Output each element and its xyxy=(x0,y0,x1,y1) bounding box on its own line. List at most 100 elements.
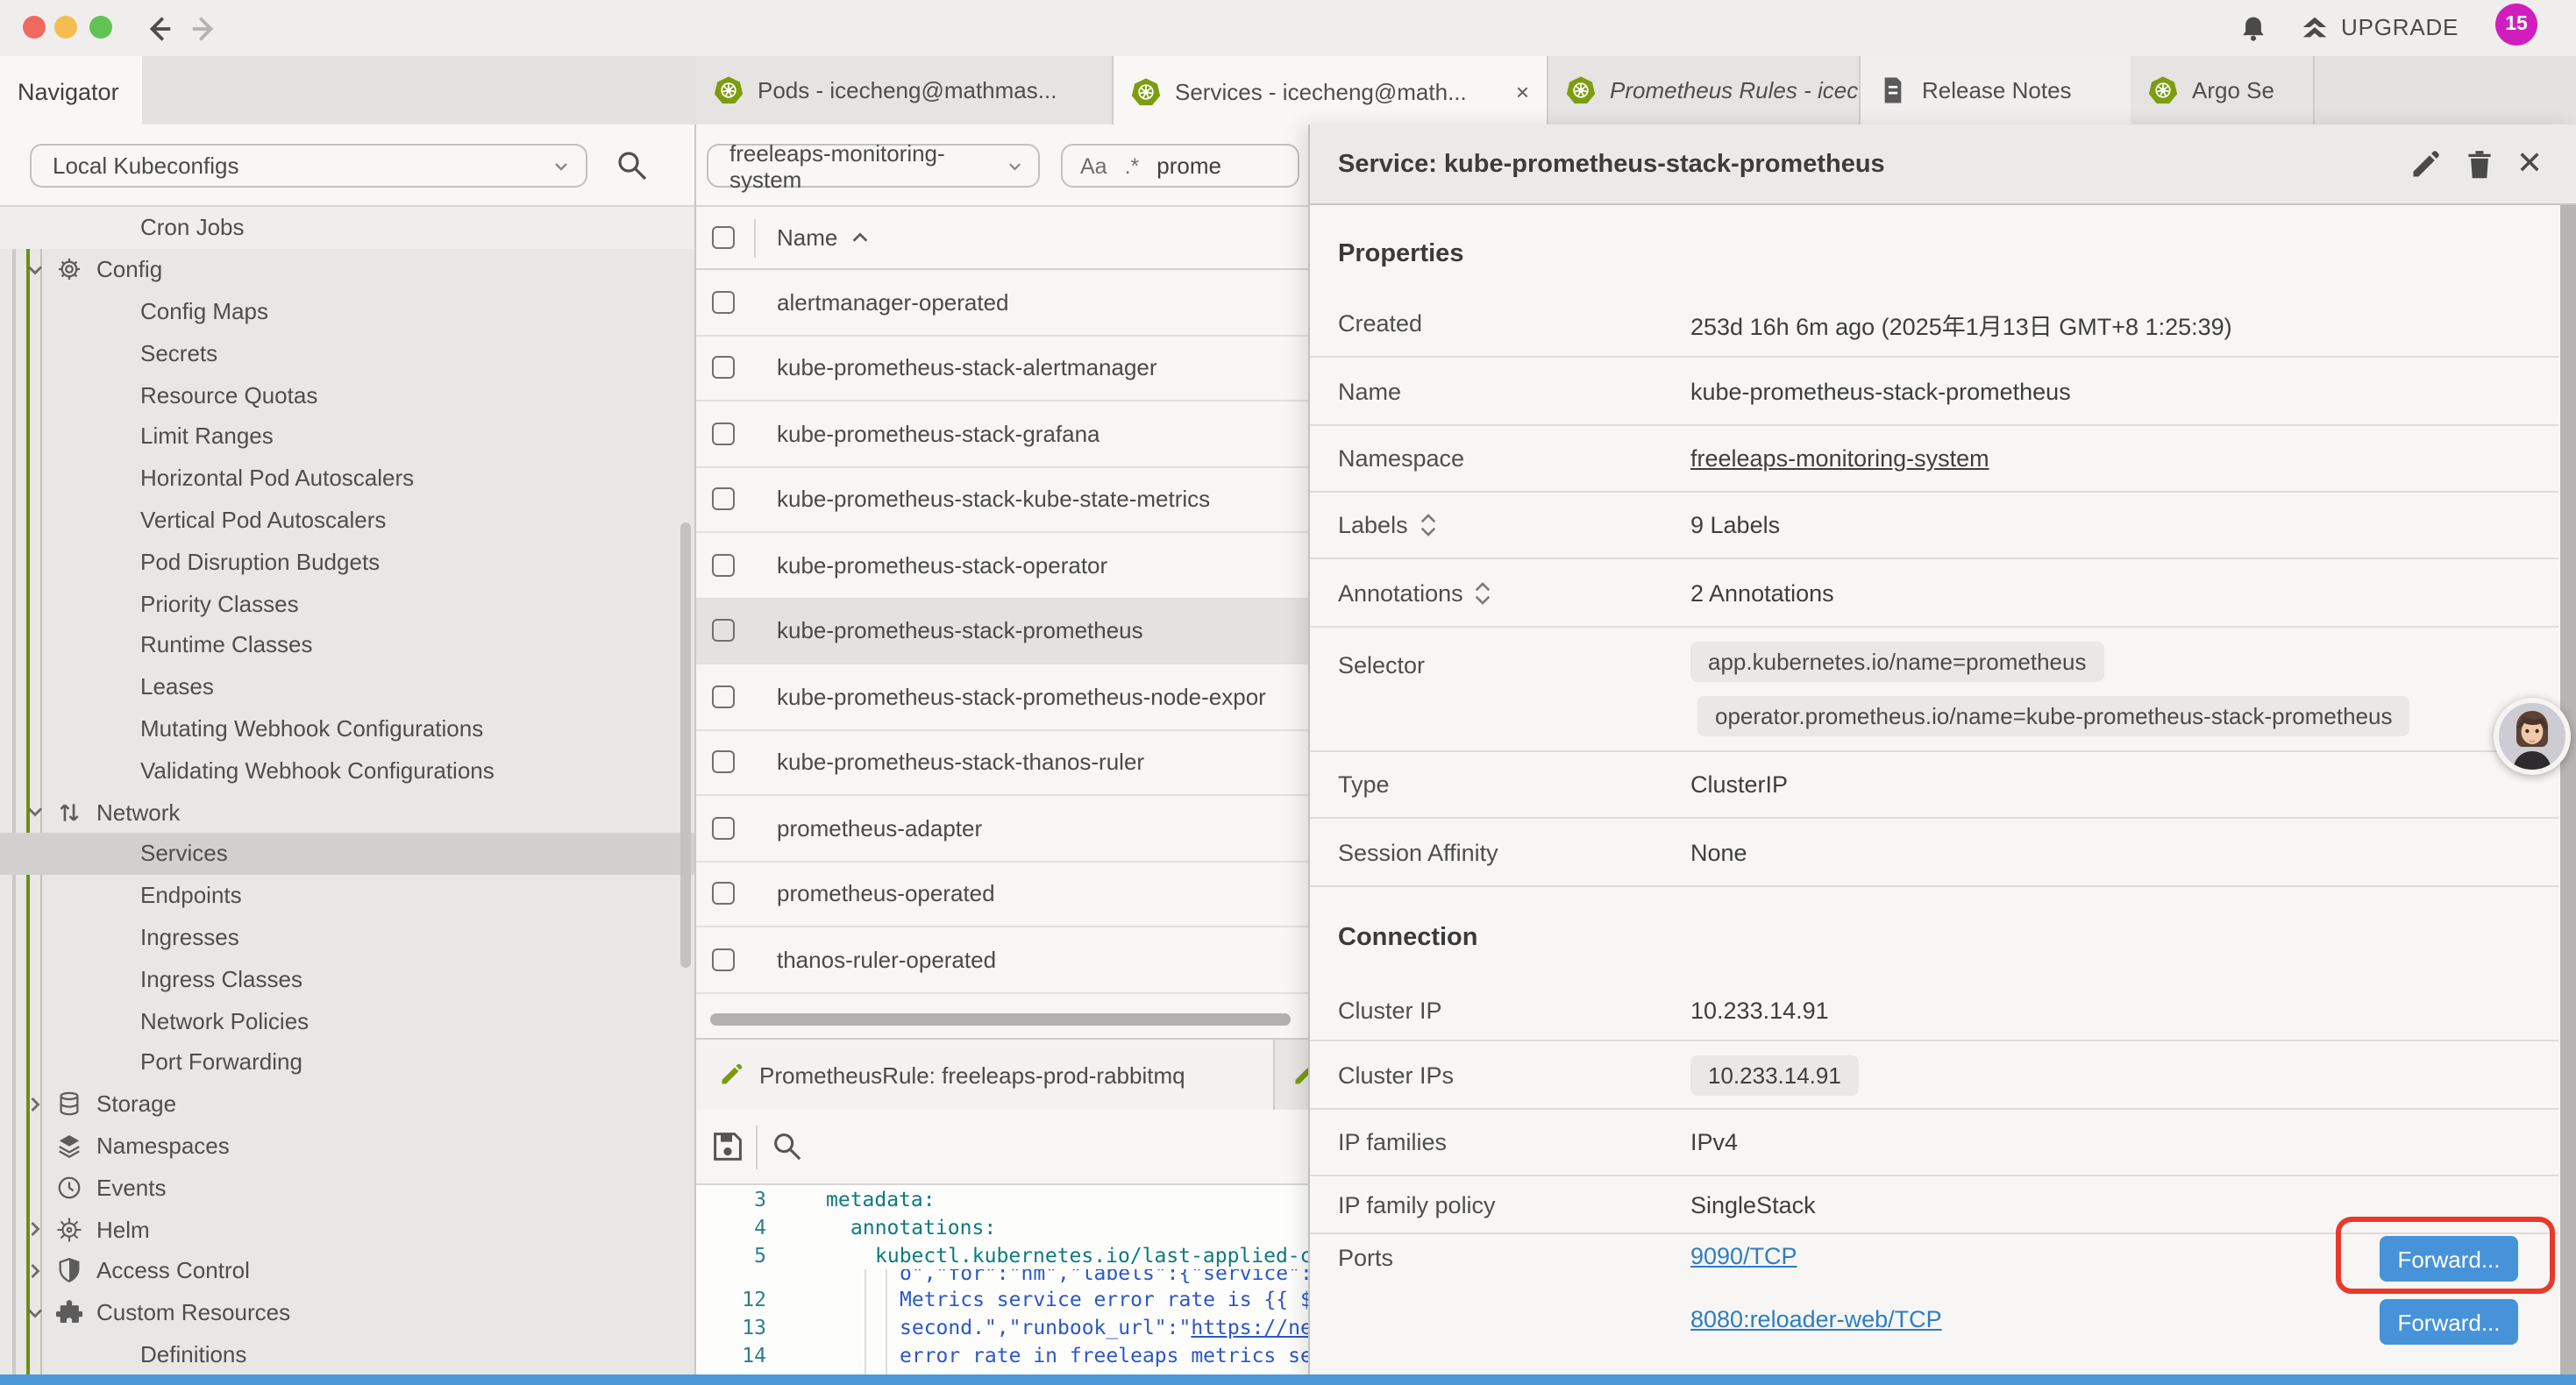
sidebar-scrollbar[interactable] xyxy=(680,522,691,968)
tree-chevron-icon[interactable] xyxy=(84,966,109,991)
row-checkbox[interactable] xyxy=(712,554,735,577)
name-column-header[interactable]: Name xyxy=(777,224,869,251)
tree-chevron-icon[interactable] xyxy=(84,925,109,949)
sidebar-item[interactable]: Config Maps xyxy=(0,290,694,332)
row-checkbox[interactable] xyxy=(712,751,735,774)
close-drawer-icon[interactable]: ✕ xyxy=(2516,124,2543,202)
dock-editor-tab[interactable]: PrometheusRule: freeleaps-prod-rabbitmq xyxy=(696,1040,1275,1110)
kubeconfig-selector[interactable]: Local Kubeconfigs xyxy=(30,144,587,188)
table-row[interactable]: kube-prometheus-stack-alertmanager xyxy=(696,336,1308,401)
sidebar-item[interactable]: Validating Webhook Configurations xyxy=(0,749,694,792)
table-row[interactable]: prometheus-adapter xyxy=(696,796,1308,862)
minimize-window-button[interactable] xyxy=(54,16,77,39)
regex-toggle[interactable]: .* xyxy=(1125,153,1140,178)
close-tab-icon[interactable]: × xyxy=(1509,78,1529,104)
table-row[interactable]: alertmanager-operated xyxy=(696,270,1308,336)
tree-chevron-icon[interactable] xyxy=(84,674,109,699)
editor-search-icon[interactable] xyxy=(770,1129,803,1162)
tree-chevron-icon[interactable] xyxy=(84,591,109,615)
sidebar-item[interactable]: Ingress Classes xyxy=(0,958,694,1000)
tree-chevron-icon[interactable] xyxy=(84,883,109,907)
app-tab[interactable]: Argo Se xyxy=(2131,56,2315,124)
sidebar-item[interactable]: Limit Ranges xyxy=(0,416,694,458)
sidebar-item[interactable]: Storage xyxy=(0,1083,694,1125)
tree-chevron-icon[interactable] xyxy=(23,1133,47,1158)
sidebar-item[interactable]: Cron Jobs xyxy=(0,207,694,249)
sidebar-search-icon[interactable] xyxy=(614,147,649,182)
row-checkbox[interactable] xyxy=(712,883,735,906)
tree-chevron-icon[interactable] xyxy=(23,1300,47,1325)
tree-chevron-icon[interactable] xyxy=(84,216,109,240)
sidebar-item[interactable]: Helm xyxy=(0,1208,694,1250)
table-row[interactable]: kube-prometheus-stack-prometheus xyxy=(696,599,1308,664)
tree-chevron-icon[interactable] xyxy=(84,550,109,574)
app-tab[interactable]: Services - icecheng@math... × xyxy=(1114,56,1548,126)
drawer-scrollbar[interactable] xyxy=(2560,205,2576,1374)
row-checkbox[interactable] xyxy=(712,423,735,445)
sidebar-item[interactable]: Custom Resources xyxy=(0,1291,694,1333)
close-window-button[interactable] xyxy=(23,16,46,39)
forward-button[interactable] xyxy=(189,14,219,44)
tree-chevron-icon[interactable] xyxy=(23,799,47,824)
notifications-bell-icon[interactable] xyxy=(2239,14,2267,44)
tree-chevron-icon[interactable] xyxy=(84,1008,109,1033)
table-row[interactable]: prometheus-operated xyxy=(696,862,1308,927)
tree-chevron-icon[interactable] xyxy=(23,1259,47,1283)
search-input[interactable]: Aa .* prome xyxy=(1061,144,1299,188)
horizontal-scrollbar[interactable] xyxy=(710,1013,1291,1026)
app-tab[interactable]: Pods - icecheng@mathmas... xyxy=(696,56,1114,124)
tree-chevron-icon[interactable] xyxy=(84,1050,109,1075)
dock-editor-tab-partial[interactable] xyxy=(1277,1040,1308,1110)
tree-chevron-icon[interactable] xyxy=(84,465,109,490)
tree-chevron-icon[interactable] xyxy=(84,382,109,407)
sidebar-item[interactable]: Pod Disruption Budgets xyxy=(0,541,694,583)
table-row[interactable]: kube-prometheus-stack-thanos-ruler xyxy=(696,730,1308,796)
sidebar-item[interactable]: Network Policies xyxy=(0,999,694,1041)
back-button[interactable] xyxy=(144,14,174,44)
port-link-8080[interactable]: 8080:reloader-web/TCP xyxy=(1690,1306,1942,1332)
notification-count-badge[interactable]: 15 xyxy=(2495,4,2537,46)
edit-service-icon[interactable] xyxy=(2409,149,2441,181)
tree-chevron-icon[interactable] xyxy=(84,1342,109,1367)
sidebar-item[interactable]: Priority Classes xyxy=(0,582,694,624)
port-link-9090[interactable]: 9090/TCP xyxy=(1690,1243,1797,1269)
save-icon[interactable] xyxy=(710,1129,745,1164)
row-checkbox[interactable] xyxy=(712,291,735,314)
namespace-filter-dropdown[interactable]: freeleaps-monitoring-system xyxy=(707,144,1040,188)
tree-chevron-icon[interactable] xyxy=(84,716,109,741)
delete-service-icon[interactable] xyxy=(2464,149,2495,181)
sidebar-item[interactable]: Definitions xyxy=(0,1333,694,1375)
sidebar-item[interactable]: Namespaces xyxy=(0,1125,694,1167)
sidebar-item[interactable]: Ingresses xyxy=(0,916,694,958)
sidebar-item[interactable]: Resource Quotas xyxy=(0,373,694,416)
sidebar-item[interactable]: Port Forwarding xyxy=(0,1041,694,1083)
maximize-window-button[interactable] xyxy=(89,16,112,39)
sidebar-item[interactable]: Config xyxy=(0,249,694,291)
forward-port-button[interactable]: Forward... xyxy=(2380,1299,2518,1345)
row-checkbox[interactable] xyxy=(712,817,735,840)
table-row[interactable]: kube-prometheus-stack-grafana xyxy=(696,401,1308,467)
sidebar-item[interactable]: Runtime Classes xyxy=(0,624,694,666)
row-checkbox[interactable] xyxy=(712,948,735,971)
tree-chevron-icon[interactable] xyxy=(23,1217,47,1241)
sidebar-item[interactable]: Network xyxy=(0,791,694,833)
table-row[interactable]: thanos-ruler-operated xyxy=(696,927,1308,993)
row-checkbox[interactable] xyxy=(712,357,735,380)
sidebar-item[interactable]: Endpoints xyxy=(0,875,694,917)
sidebar-item[interactable]: Leases xyxy=(0,666,694,708)
tree-chevron-icon[interactable] xyxy=(23,1175,47,1199)
tree-chevron-icon[interactable] xyxy=(84,424,109,449)
tree-chevron-icon[interactable] xyxy=(23,1091,47,1116)
tree-chevron-icon[interactable] xyxy=(84,341,109,366)
select-all-checkbox[interactable] xyxy=(712,226,735,249)
sidebar-item[interactable]: Access Control xyxy=(0,1250,694,1292)
app-tab[interactable]: Prometheus Rules - icecheng... xyxy=(1548,56,1861,124)
yaml-editor[interactable]: 3 metadata: 4 annotations: 5 kubectl.kub… xyxy=(696,1185,1308,1385)
tree-chevron-icon[interactable] xyxy=(23,257,47,281)
namespace-link[interactable]: freeleaps-monitoring-system xyxy=(1690,445,1989,472)
table-row[interactable]: kube-prometheus-stack-operator xyxy=(696,533,1308,599)
expand-collapse-icon[interactable] xyxy=(1474,581,1493,604)
tree-chevron-icon[interactable] xyxy=(84,842,109,866)
tree-chevron-icon[interactable] xyxy=(84,758,109,783)
avatar[interactable] xyxy=(2494,698,2571,775)
